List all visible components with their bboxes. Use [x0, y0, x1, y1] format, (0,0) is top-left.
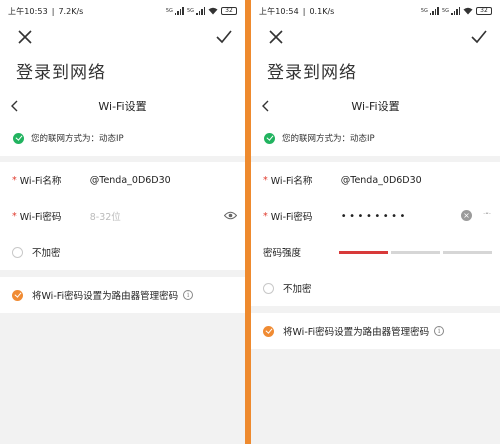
wifi-name-label: Wi-Fi名称 — [19, 176, 62, 187]
page-title: 登录到网络 — [267, 63, 357, 83]
connection-status: 您的联网方式为：动态IP — [251, 120, 500, 156]
status-bar: 上午10:54 | 0.1K/s 5G 5G 32 — [251, 0, 500, 22]
header: 登录到网络 — [0, 22, 245, 92]
battery-icon: 32 — [221, 7, 237, 15]
info-icon[interactable]: i — [434, 326, 445, 336]
router-password-row[interactable]: 将Wi-Fi密码设置为路由器管理密码 i — [0, 277, 245, 313]
page-title: 登录到网络 — [16, 63, 106, 83]
battery-icon: 32 — [476, 7, 492, 15]
eye-off-icon[interactable]: ⁻ʷ⁻ — [483, 212, 491, 218]
signal-label: 5G — [186, 8, 194, 14]
router-password-checkbox[interactable] — [12, 289, 23, 301]
connection-text: 您的联网方式为：动态IP — [31, 134, 124, 144]
no-encrypt-radio[interactable] — [12, 246, 23, 258]
wifi-name-input[interactable]: @Tenda_0D6D30 — [90, 175, 171, 186]
required-mark: * — [263, 174, 268, 186]
check-icon[interactable] — [215, 28, 233, 46]
clear-icon[interactable]: × — [461, 210, 472, 221]
password-strength-row: 密码强度 — [251, 234, 500, 270]
header: 登录到网络 — [251, 22, 500, 92]
router-password-checkbox[interactable] — [263, 325, 274, 337]
no-encrypt-radio[interactable] — [263, 282, 274, 294]
success-check-icon — [264, 132, 275, 144]
status-speed: 7.2K/s — [58, 6, 84, 16]
signal-icon — [174, 7, 184, 15]
wifi-name-input[interactable]: @Tenda_0D6D30 — [341, 175, 422, 186]
required-mark: * — [12, 174, 17, 186]
wifi-password-row[interactable]: * Wi-Fi密码 •••••••• × ⁻ʷ⁻ — [251, 198, 500, 234]
status-separator: | — [302, 6, 306, 16]
strength-bar-segment — [339, 250, 388, 254]
router-password-label: 将Wi-Fi密码设置为路由器管理密码 — [283, 327, 430, 338]
router-password-label: 将Wi-Fi密码设置为路由器管理密码 — [32, 291, 179, 302]
required-mark: * — [263, 210, 268, 222]
signal-label: 5G — [165, 8, 173, 14]
close-icon[interactable] — [267, 28, 285, 46]
wifi-name-label: Wi-Fi名称 — [270, 176, 313, 187]
connection-status: 您的联网方式为：动态IP — [0, 120, 245, 156]
wifi-name-row[interactable]: * Wi-Fi名称 @Tenda_0D6D30 — [251, 162, 500, 198]
status-time: 上午10:53 — [8, 6, 48, 16]
no-encrypt-row[interactable]: 不加密 — [0, 234, 245, 270]
sub-nav: Wi-Fi设置 — [0, 92, 245, 120]
status-speed: 0.1K/s — [309, 6, 335, 16]
signal-icon — [451, 7, 460, 15]
no-encrypt-row[interactable]: 不加密 — [251, 270, 500, 306]
wifi-form: * Wi-Fi名称 @Tenda_0D6D30 * Wi-Fi密码 ••••••… — [251, 162, 500, 306]
strength-bar-segment — [391, 250, 440, 254]
info-icon[interactable]: i — [183, 290, 194, 300]
section-title: Wi-Fi设置 — [98, 100, 147, 113]
signal-label: 5G — [420, 8, 428, 14]
phone-screen-left: 上午10:53 | 7.2K/s 5G 5G 32 登录到网络 Wi-Fi设置 … — [0, 0, 245, 444]
wifi-icon — [463, 7, 473, 15]
wifi-name-row[interactable]: * Wi-Fi名称 @Tenda_0D6D30 — [0, 162, 245, 198]
strength-bar-segment — [443, 250, 492, 254]
no-encrypt-label: 不加密 — [32, 248, 61, 259]
strength-label: 密码强度 — [263, 248, 302, 259]
wifi-password-input[interactable]: •••••••• — [341, 211, 408, 222]
section-title: Wi-Fi设置 — [351, 100, 400, 113]
status-time: 上午10:54 — [259, 6, 299, 16]
wifi-form: * Wi-Fi名称 @Tenda_0D6D30 * Wi-Fi密码 8-32位 … — [0, 162, 245, 270]
close-icon[interactable] — [16, 28, 34, 46]
eye-icon[interactable] — [224, 211, 237, 220]
status-bar: 上午10:53 | 7.2K/s 5G 5G 32 — [0, 0, 245, 22]
strength-meter — [339, 250, 492, 254]
wifi-password-input[interactable]: 8-32位 — [90, 209, 121, 223]
signal-icon — [429, 7, 439, 15]
wifi-password-label: Wi-Fi密码 — [270, 212, 313, 223]
connection-text: 您的联网方式为：动态IP — [282, 134, 375, 144]
wifi-password-label: Wi-Fi密码 — [19, 212, 62, 223]
router-password-row[interactable]: 将Wi-Fi密码设置为路由器管理密码 i — [251, 313, 500, 349]
success-check-icon — [13, 132, 24, 144]
check-icon[interactable] — [470, 28, 488, 46]
sub-nav: Wi-Fi设置 — [251, 92, 500, 120]
wifi-password-row[interactable]: * Wi-Fi密码 8-32位 — [0, 198, 245, 234]
wifi-icon — [208, 7, 218, 15]
signal-icon — [196, 7, 205, 15]
status-separator: | — [51, 6, 55, 16]
phone-screen-right: 上午10:54 | 0.1K/s 5G 5G 32 登录到网络 Wi-Fi设置 … — [251, 0, 500, 444]
no-encrypt-label: 不加密 — [283, 284, 312, 295]
signal-label: 5G — [441, 8, 449, 14]
required-mark: * — [12, 210, 17, 222]
